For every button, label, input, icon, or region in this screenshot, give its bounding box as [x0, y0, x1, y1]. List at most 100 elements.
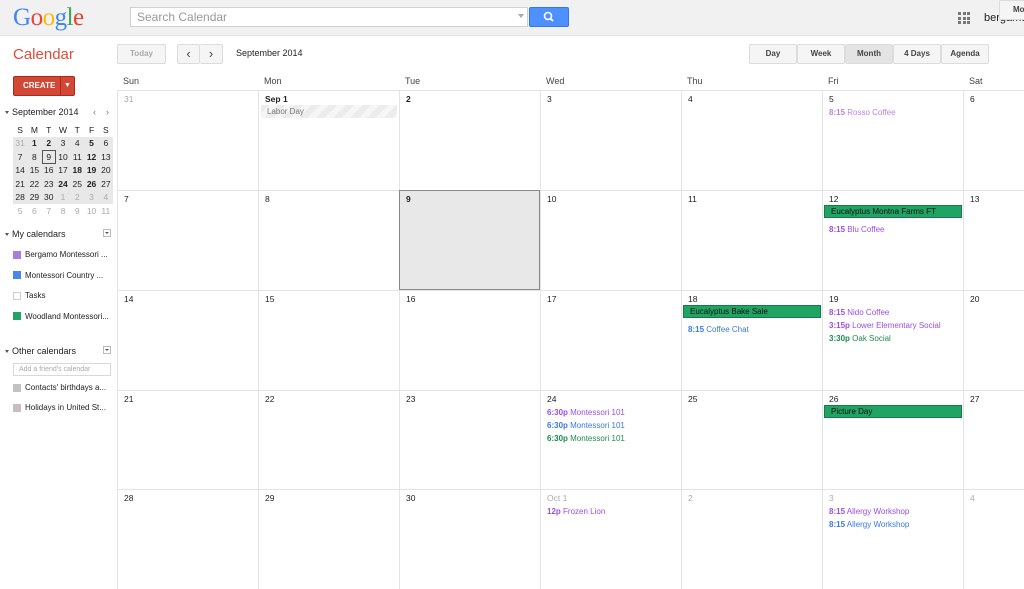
day-cell[interactable]: 6 — [963, 90, 1024, 190]
mini-prev-icon[interactable]: ‹ — [93, 107, 96, 117]
view-week-tab[interactable]: Week — [797, 44, 845, 64]
other-calendar-item[interactable]: Holidays in United St... — [13, 403, 111, 412]
view-4days-tab[interactable]: 4 Days — [893, 44, 941, 64]
day-cell[interactable]: 23 — [399, 390, 540, 490]
collapse-icon[interactable] — [5, 233, 9, 237]
day-number[interactable]: 22 — [265, 394, 274, 404]
day-cell[interactable]: 29 — [258, 489, 399, 589]
day-number[interactable]: 3 — [547, 94, 552, 104]
mini-day[interactable]: 20 — [98, 163, 113, 177]
day-cell[interactable]: 7 — [117, 190, 258, 290]
timed-event[interactable]: 8:15 Allergy Workshop — [829, 520, 909, 529]
day-cell[interactable]: 4 — [963, 489, 1024, 589]
day-cell[interactable]: 9 — [399, 190, 540, 290]
timed-event[interactable]: 6:30p Montessori 101 — [547, 408, 625, 417]
day-number[interactable]: 20 — [970, 294, 979, 304]
day-cell[interactable]: 21 — [117, 390, 258, 490]
day-number[interactable]: 9 — [406, 194, 411, 204]
calendar-color-swatch[interactable] — [13, 250, 21, 259]
day-number[interactable]: 26 — [829, 394, 838, 404]
create-dropdown-icon[interactable]: ▼ — [60, 77, 74, 95]
day-number[interactable]: 2 — [406, 94, 411, 104]
mini-day[interactable]: 5 — [84, 136, 99, 150]
timed-event[interactable]: 8:15 Nido Coffee — [829, 308, 889, 317]
all-day-event[interactable]: Picture Day — [824, 405, 962, 418]
day-number[interactable]: 6 — [970, 94, 975, 104]
day-cell[interactable]: 18 Eucalyptus Bake Sale 8:15 Coffee Chat — [681, 290, 822, 390]
mini-day[interactable]: 9 — [70, 204, 84, 218]
day-cell[interactable]: 3 — [540, 90, 681, 190]
all-day-event[interactable]: Eucalyptus Montna Farms FT — [824, 205, 962, 218]
all-day-event[interactable]: Eucalyptus Bake Sale — [683, 305, 821, 318]
mini-day[interactable]: 15 — [27, 163, 42, 177]
day-number[interactable]: 13 — [970, 194, 979, 204]
day-cell[interactable]: 4 — [681, 90, 822, 190]
mini-day[interactable]: 18 — [70, 163, 85, 177]
mini-day[interactable]: 8 — [27, 150, 42, 164]
day-number[interactable]: 15 — [265, 294, 274, 304]
day-cell[interactable]: 11 — [681, 190, 822, 290]
day-cell[interactable]: 30 — [399, 489, 540, 589]
day-cell[interactable]: 12 Eucalyptus Montna Farms FT 8:15 Blu Cof… — [822, 190, 963, 290]
mini-day[interactable]: 22 — [27, 177, 42, 191]
calendar-color-swatch[interactable] — [13, 403, 21, 412]
mini-day[interactable]: 10 — [55, 150, 71, 164]
previous-button[interactable]: ‹ — [177, 44, 200, 64]
day-number[interactable]: 7 — [124, 194, 129, 204]
view-agenda-tab[interactable]: Agenda — [941, 44, 989, 64]
mini-day[interactable]: 3 — [55, 136, 71, 150]
mini-day[interactable]: 1 — [27, 136, 42, 150]
mini-day[interactable]: 4 — [98, 190, 113, 204]
mini-day[interactable]: 7 — [13, 150, 28, 164]
my-calendar-item[interactable]: Montessori Country ... — [13, 271, 111, 280]
day-cell[interactable]: 15 — [258, 290, 399, 390]
timed-event[interactable]: 8:15 Coffee Chat — [688, 325, 749, 334]
my-calendar-item[interactable]: Bergamo Montessori ... — [13, 250, 111, 259]
view-month-tab[interactable]: Month — [845, 44, 893, 64]
day-number[interactable]: 2 — [688, 493, 693, 503]
mini-day[interactable]: 9 — [41, 150, 56, 164]
my-calendar-item[interactable]: Tasks — [13, 291, 111, 300]
day-number[interactable]: 24 — [547, 394, 556, 404]
day-cell[interactable]: 5 8:15 Rosso Coffee — [822, 90, 963, 190]
mini-day[interactable]: 23 — [41, 177, 56, 191]
day-cell[interactable]: 3 8:15 Allergy Workshop 8:15 Allergy Works… — [822, 489, 963, 589]
mini-day[interactable]: 17 — [55, 163, 71, 177]
day-number[interactable]: 14 — [124, 294, 133, 304]
day-number[interactable]: 29 — [265, 493, 274, 503]
day-number[interactable]: Oct 1 — [547, 493, 567, 503]
timed-event[interactable]: 6:30p Montessori 101 — [547, 421, 625, 430]
timed-event[interactable]: 6:30p Montessori 101 — [547, 434, 625, 443]
day-number[interactable]: 28 — [124, 493, 133, 503]
day-cell[interactable]: 24 6:30p Montessori 101 6:30p Montessori 1… — [540, 390, 681, 490]
day-number[interactable]: 18 — [688, 294, 697, 304]
day-cell[interactable]: 2 — [681, 489, 822, 589]
day-number[interactable]: 5 — [829, 94, 834, 104]
mini-day[interactable]: 24 — [55, 177, 71, 191]
calendar-color-swatch[interactable] — [13, 291, 21, 300]
add-friend-calendar-input[interactable]: Add a friend's calendar — [13, 363, 111, 376]
day-number[interactable]: 25 — [688, 394, 697, 404]
timed-event[interactable]: 8:15 Rosso Coffee — [829, 108, 896, 117]
day-cell[interactable]: 25 — [681, 390, 822, 490]
google-logo[interactable]: Google — [13, 4, 84, 32]
day-cell[interactable]: Oct 1 12p Frozen Lion — [540, 489, 681, 589]
mini-day[interactable]: 6 — [27, 204, 41, 218]
mini-day[interactable]: 7 — [42, 204, 56, 218]
day-number[interactable]: 23 — [406, 394, 415, 404]
day-cell[interactable]: 31 — [117, 90, 258, 190]
search-input[interactable]: Search Calendar — [130, 7, 528, 27]
day-cell[interactable]: 2 — [399, 90, 540, 190]
day-number[interactable]: 4 — [688, 94, 693, 104]
today-button[interactable]: Today — [117, 44, 166, 64]
mini-day[interactable]: 25 — [70, 177, 85, 191]
calendar-color-swatch[interactable] — [13, 271, 21, 280]
day-number[interactable]: 21 — [124, 394, 133, 404]
mini-day[interactable]: 11 — [70, 150, 85, 164]
next-button[interactable]: › — [200, 44, 223, 64]
other-calendar-item[interactable]: Contacts' birthdays a... — [13, 383, 111, 392]
day-cell[interactable]: 20 — [963, 290, 1024, 390]
day-number[interactable]: 31 — [124, 94, 133, 104]
mini-day[interactable]: 5 — [13, 204, 27, 218]
day-number[interactable]: 10 — [547, 194, 556, 204]
